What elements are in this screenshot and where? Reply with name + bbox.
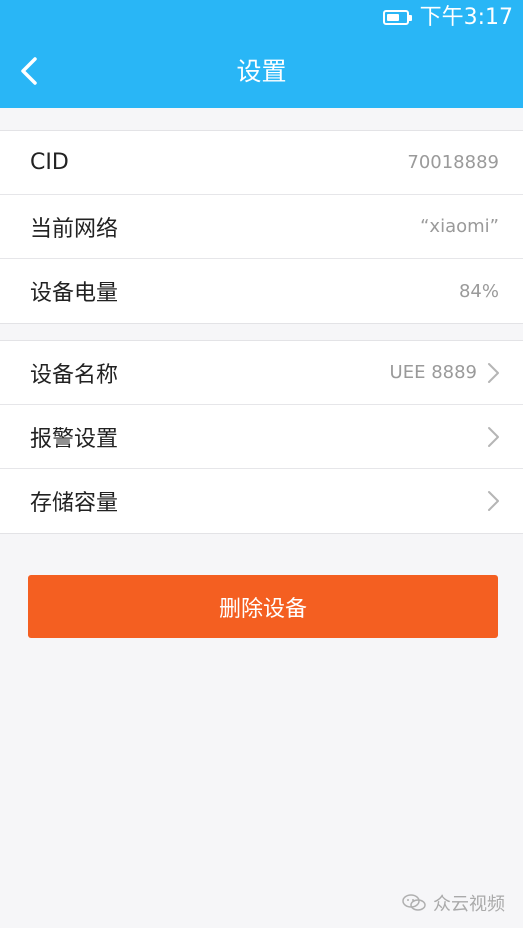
row-value: UEE 8889: [389, 362, 477, 383]
battery-row: 设备电量 84%: [0, 259, 523, 323]
network-row: 当前网络 “xiaomi”: [0, 195, 523, 259]
chevron-right-icon: [488, 363, 499, 383]
header: 设置: [0, 36, 523, 108]
row-label: 设备名称: [30, 362, 119, 388]
chevron-right-icon: [488, 491, 499, 511]
row-value: 70018889: [407, 152, 499, 173]
alarm-settings-row[interactable]: 报警设置: [0, 405, 523, 469]
row-label: 报警设置: [30, 426, 119, 452]
wechat-icon: [402, 894, 426, 911]
row-value: “xiaomi”: [420, 216, 499, 237]
storage-capacity-row[interactable]: 存储容量: [0, 469, 523, 533]
row-value: 84%: [458, 280, 499, 302]
battery-level: [387, 14, 399, 21]
status-time: 下午3:17: [419, 5, 513, 30]
cid-row: CID 70018889: [0, 131, 523, 195]
device-info-group: CID 70018889 当前网络 “xiaomi” 设备电量 84%: [0, 130, 523, 324]
page-title: 设置: [236, 57, 287, 86]
row-label: 设备电量: [30, 281, 119, 306]
device-name-row[interactable]: 设备名称 UEE 8889: [0, 341, 523, 405]
battery-icon: [383, 10, 412, 25]
delete-device-button[interactable]: 删除设备: [28, 575, 498, 638]
watermark-text: 众云视频: [433, 894, 505, 915]
status-bar: 下午3:17: [0, 0, 523, 36]
top-bar: 下午3:17 设置: [0, 0, 523, 108]
chevron-right-icon: [488, 427, 499, 447]
row-label: 当前网络: [30, 216, 119, 242]
row-label: 存储容量: [30, 491, 119, 516]
row-label: CID: [30, 150, 69, 175]
watermark: 众云视频: [401, 890, 505, 916]
settings-group: 设备名称 UEE 8889 报警设置 存储容量: [0, 340, 523, 534]
